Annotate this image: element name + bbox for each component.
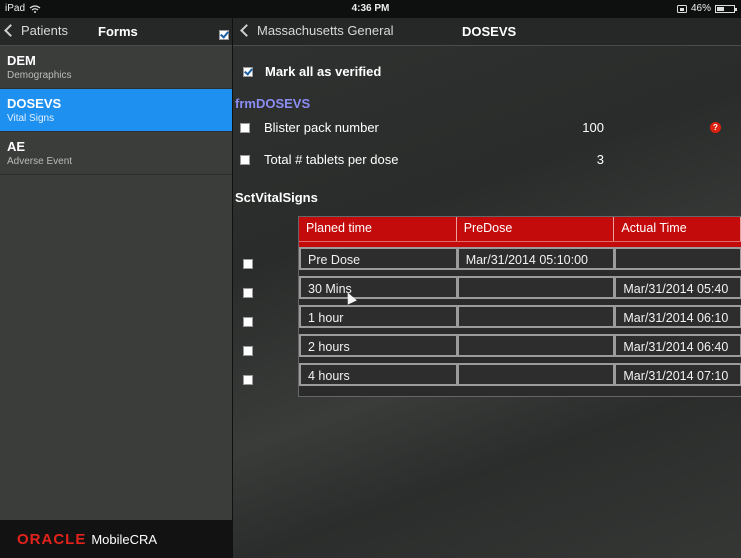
- table-cell[interactable]: 2 hours: [299, 334, 457, 357]
- vital-signs-table: Planed time PreDose Actual Time Pre Dose…: [298, 216, 741, 397]
- table-cell[interactable]: [456, 334, 615, 357]
- back-to-patients-button[interactable]: Patients: [4, 23, 68, 38]
- table-row: Pre Dose Mar/31/2014 05:10:00: [299, 247, 741, 270]
- back-label: Patients: [21, 23, 68, 38]
- form-item-ae[interactable]: AE Adverse Event: [0, 132, 232, 175]
- table-cell[interactable]: Mar/31/2014 05:40: [614, 276, 741, 299]
- chevron-left-icon: [240, 24, 253, 37]
- table-cell[interactable]: [614, 247, 741, 270]
- mark-all-row: Mark all as verified: [243, 64, 381, 79]
- detail-nav-bar: Massachusetts General DOSEVS: [219, 18, 741, 46]
- table-cell[interactable]: Mar/31/2014 06:10: [614, 305, 741, 328]
- back-to-site-button[interactable]: Massachusetts General: [240, 23, 394, 38]
- table-row: 30 Mins Mar/31/2014 05:40: [299, 276, 741, 299]
- table-cell[interactable]: Mar/31/2014 07:10: [614, 363, 741, 386]
- back-label: Massachusetts General: [257, 23, 394, 38]
- battery-icon: [715, 4, 737, 13]
- table-cell[interactable]: Mar/31/2014 05:10:00: [456, 247, 615, 270]
- product-name: MobileCRA: [91, 531, 158, 547]
- column-header: PreDose: [457, 217, 615, 241]
- form-code: DEM: [7, 53, 36, 68]
- table-row: 1 hour Mar/31/2014 06:10: [299, 305, 741, 328]
- section-title: SctVitalSigns: [235, 190, 318, 205]
- row-verify-checkbox[interactable]: [243, 259, 253, 269]
- chevron-left-icon: [4, 24, 17, 37]
- verified-checkbox[interactable]: [219, 29, 229, 40]
- table-cell[interactable]: 30 Mins: [299, 276, 457, 299]
- form-desc: Demographics: [7, 70, 72, 81]
- forms-panel: Patients Forms DEM Demographics DOSEVS V…: [0, 18, 232, 558]
- orientation-lock-icon: [676, 4, 687, 13]
- forms-title: Forms: [98, 24, 138, 39]
- field-verify-checkbox[interactable]: [240, 154, 250, 165]
- form-item-dem[interactable]: DEM Demographics: [0, 46, 232, 89]
- field-label: Total # tablets per dose: [264, 152, 399, 167]
- form-desc: Vital Signs: [7, 113, 55, 124]
- battery-percent: 46%: [690, 3, 711, 14]
- forms-nav-bar: Patients Forms: [0, 18, 232, 46]
- form-code: DOSEVS: [7, 96, 62, 111]
- battery-fill: [717, 6, 725, 11]
- form-code: AE: [7, 139, 26, 154]
- table-header: Planed time PreDose Actual Time: [299, 217, 741, 241]
- field-label: Blister pack number: [264, 120, 379, 135]
- table-cell[interactable]: Mar/31/2014 06:40: [614, 334, 741, 357]
- column-header: Planed time: [299, 217, 457, 241]
- status-right: 46%: [676, 3, 737, 14]
- field-value[interactable]: 3: [534, 152, 604, 167]
- row-verify-checkbox[interactable]: [243, 288, 253, 298]
- row-verify-checkbox[interactable]: [243, 346, 253, 356]
- mark-all-label: Mark all as verified: [265, 64, 382, 79]
- table-body: Pre Dose Mar/31/2014 05:10:00 30 Mins Ma…: [299, 247, 741, 386]
- form-list: DEM Demographics DOSEVS Vital Signs AE A…: [0, 46, 232, 175]
- status-bar: iPad 4:36 PM 46%: [0, 0, 741, 18]
- field-verify-checkbox[interactable]: [240, 122, 250, 133]
- row-verify-checkbox[interactable]: [243, 317, 253, 327]
- field-value[interactable]: 100: [534, 120, 604, 135]
- form-name-heading: frmDOSEVS: [235, 96, 311, 111]
- table-cell[interactable]: 1 hour: [299, 305, 457, 328]
- table-cell[interactable]: 4 hours: [299, 363, 457, 386]
- status-time: 4:36 PM: [351, 3, 390, 14]
- form-detail-panel: Massachusetts General DOSEVS Mark all as…: [219, 18, 741, 558]
- table-cell[interactable]: [456, 363, 615, 386]
- table-cell[interactable]: [456, 305, 615, 328]
- mark-all-checkbox[interactable]: [243, 66, 253, 77]
- table-cell[interactable]: Pre Dose: [299, 247, 457, 270]
- table-cell[interactable]: [456, 276, 615, 299]
- field-row: Total # tablets per dose 3: [240, 152, 604, 167]
- form-desc: Adverse Event: [7, 156, 73, 167]
- row-verify-checkbox[interactable]: [243, 375, 253, 385]
- form-item-dosevs[interactable]: DOSEVS Vital Signs: [0, 89, 232, 132]
- form-title-nav: DOSEVS: [462, 24, 517, 39]
- field-row: Blister pack number 100: [240, 120, 604, 135]
- table-row: 4 hours Mar/31/2014 07:10: [299, 363, 741, 386]
- app-footer: ORACLE MobileCRA: [0, 520, 232, 558]
- help-icon[interactable]: ?: [710, 122, 721, 133]
- column-header: Actual Time: [614, 217, 741, 241]
- oracle-logo: ORACLE: [17, 530, 87, 548]
- table-row: 2 hours Mar/31/2014 06:40: [299, 334, 741, 357]
